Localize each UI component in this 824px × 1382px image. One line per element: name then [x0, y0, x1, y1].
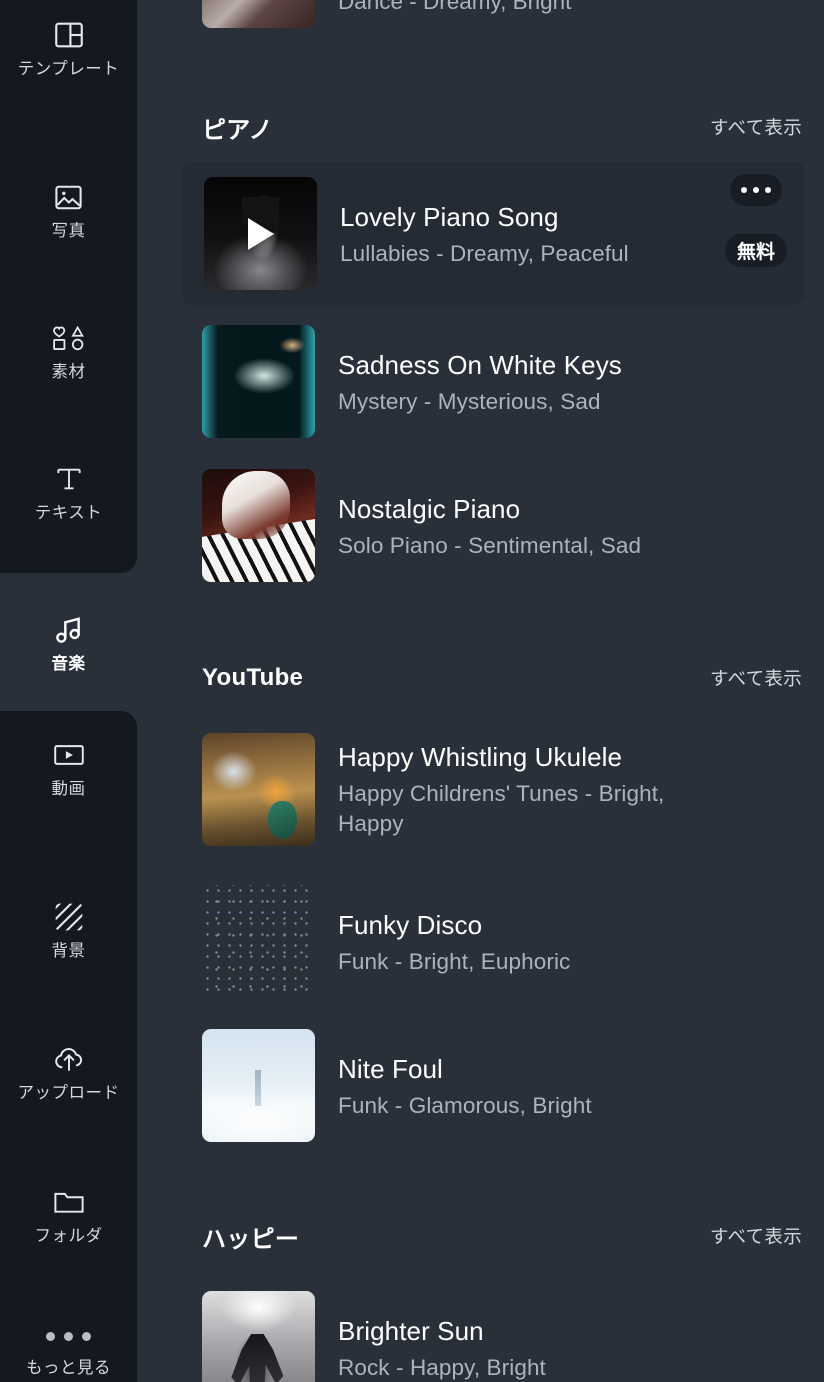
sidebar-item-text[interactable]: テキスト	[0, 442, 137, 542]
see-all-link[interactable]: すべて表示	[710, 114, 802, 140]
sidebar-item-music[interactable]: 音楽	[0, 593, 137, 693]
sidebar-item-folders[interactable]: フォルダ	[0, 1165, 137, 1265]
sidebar-item-templates[interactable]: テンプレート	[0, 0, 137, 98]
sidebar-item-uploads[interactable]: アップロード	[0, 1022, 137, 1122]
track-row[interactable]: Lovely Piano Song Lullabies - Dreamy, Pe…	[182, 162, 804, 305]
track-title: Brighter Sun	[338, 1316, 484, 1346]
sidebar-item-label: テンプレート	[17, 60, 120, 79]
template-icon	[51, 17, 87, 53]
sidebar-item-label: テキスト	[34, 504, 103, 523]
left-sidebar: テンプレート 写真 素材 テキスト 音楽 動画 背景 アップロード フォルダ も…	[0, 0, 137, 1382]
track-subtitle: Happy Childrens' Tunes - Bright, Happy	[338, 780, 665, 836]
track-subtitle: Dance - Dreamy, Bright	[338, 0, 572, 14]
track-row[interactable]: Nostalgic Piano Solo Piano - Sentimental…	[180, 469, 802, 582]
photo-icon	[51, 179, 87, 215]
sidebar-item-label: フォルダ	[34, 1227, 103, 1246]
sidebar-item-videos[interactable]: 動画	[0, 718, 137, 818]
folder-icon	[51, 1184, 87, 1220]
track-row[interactable]: Brighter Sun Rock - Happy, Bright	[180, 1291, 802, 1382]
track-title: Sadness On White Keys	[338, 350, 622, 380]
upload-cloud-icon	[51, 1041, 87, 1077]
play-icon[interactable]	[247, 217, 274, 250]
section-title: ハッピー	[202, 1225, 300, 1253]
sidebar-item-background[interactable]: 背景	[0, 880, 137, 980]
sidebar-item-label: 動画	[51, 780, 86, 799]
track-thumbnail[interactable]	[204, 177, 317, 290]
section-header: ハッピー すべて表示	[202, 1219, 802, 1253]
sidebar-item-more[interactable]: もっと見る	[0, 1300, 137, 1382]
section-header: ピアノ すべて表示	[202, 110, 802, 144]
track-thumbnail[interactable]	[202, 1029, 315, 1142]
track-subtitle: Rock - Happy, Bright	[338, 1354, 546, 1380]
track-row[interactable]: Funky Disco Funk - Bright, Euphoric	[180, 885, 802, 998]
track-title: Nostalgic Piano	[338, 494, 521, 524]
track-title: Lovely Piano Song	[340, 202, 559, 232]
track-title: Nite Foul	[338, 1054, 443, 1084]
see-all-link[interactable]: すべて表示	[710, 1223, 802, 1249]
track-subtitle: Mystery - Mysterious, Sad	[338, 388, 601, 414]
sidebar-item-label: 音楽	[51, 655, 86, 674]
track-subtitle: Lullabies - Dreamy, Peaceful	[340, 240, 629, 266]
sidebar-item-photos[interactable]: 写真	[0, 160, 137, 260]
sidebar-item-elements[interactable]: 素材	[0, 301, 137, 401]
track-row-partial[interactable]: Dance - Dreamy, Bright	[202, 0, 802, 35]
sidebar-item-label: もっと見る	[26, 1359, 111, 1377]
video-icon	[51, 737, 87, 773]
section-header: YouTube すべて表示	[202, 661, 802, 695]
sidebar-item-label: アップロード	[17, 1084, 120, 1103]
track-thumbnail[interactable]	[202, 733, 315, 846]
track-thumbnail[interactable]	[202, 885, 315, 998]
music-panel-content: Dance - Dreamy, Bright ピアノ すべて表示 Lovely …	[137, 0, 824, 1382]
free-badge: 無料	[725, 234, 787, 267]
elements-icon	[51, 320, 87, 356]
section-title: YouTube	[202, 664, 304, 691]
background-icon	[51, 899, 87, 935]
track-subtitle: Funk - Bright, Euphoric	[338, 948, 571, 974]
track-thumbnail[interactable]	[202, 325, 315, 438]
track-row[interactable]: Happy Whistling Ukulele Happy Childrens'…	[180, 733, 802, 873]
track-subtitle: Funk - Glamorous, Bright	[338, 1092, 592, 1118]
text-icon	[51, 461, 87, 497]
see-all-link[interactable]: すべて表示	[710, 665, 802, 691]
track-row[interactable]: Nite Foul Funk - Glamorous, Bright	[180, 1029, 802, 1142]
track-row[interactable]: Sadness On White Keys Mystery - Mysterio…	[180, 325, 802, 438]
track-more-button[interactable]	[730, 174, 782, 206]
sidebar-item-label: 背景	[51, 942, 86, 961]
track-thumbnail[interactable]	[202, 0, 315, 28]
track-thumbnail[interactable]	[202, 1291, 315, 1382]
sidebar-item-label: 写真	[51, 222, 86, 241]
track-subtitle: Solo Piano - Sentimental, Sad	[338, 532, 642, 558]
track-thumbnail[interactable]	[202, 469, 315, 582]
music-note-icon	[51, 612, 87, 648]
track-title: Happy Whistling Ukulele	[338, 742, 623, 772]
section-title: ピアノ	[202, 116, 273, 144]
track-title: Funky Disco	[338, 910, 483, 940]
sidebar-item-label: 素材	[51, 363, 86, 382]
more-dots-icon	[46, 1332, 91, 1341]
